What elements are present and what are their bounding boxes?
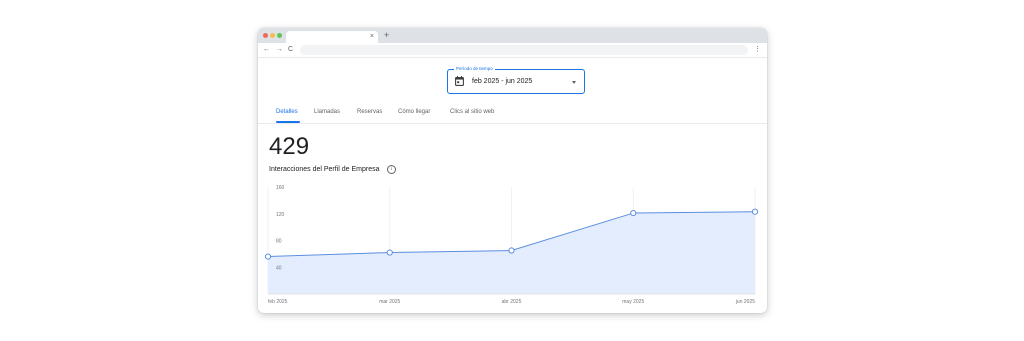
x-tick-label: feb 2025 (268, 299, 288, 305)
calendar-icon (455, 76, 464, 86)
more-menu-icon[interactable]: ⋮ (754, 43, 761, 57)
tab-close-icon[interactable]: × (370, 31, 374, 43)
x-tick-label: mar 2025 (379, 299, 400, 305)
back-arrow-icon[interactable]: ← (263, 43, 270, 57)
browser-toolbar: ← → C ⋮ (258, 43, 767, 58)
close-window-icon[interactable] (263, 33, 268, 38)
address-bar[interactable] (300, 45, 748, 55)
period-label: Período de tiempo (454, 66, 495, 72)
metric-value: 429 (269, 133, 310, 160)
title-bar: × + (258, 28, 767, 43)
forward-arrow-icon[interactable]: → (276, 43, 283, 57)
x-tick-label: jun 2025 (735, 299, 755, 305)
info-icon[interactable]: i (387, 165, 396, 174)
maximize-window-icon[interactable] (277, 33, 282, 38)
data-point (630, 209, 637, 217)
y-tick-label: 40 (276, 265, 282, 271)
tab-reservas[interactable]: Reservas (357, 108, 382, 116)
minimize-window-icon[interactable] (270, 33, 275, 38)
tab-llamadas[interactable]: Llamadas (314, 108, 340, 116)
data-point (751, 208, 759, 215)
period-value: feb 2025 - jun 2025 (472, 78, 533, 85)
y-tick-label: 160 (276, 185, 285, 191)
data-point (264, 253, 272, 260)
tab-clics-sitio-web[interactable]: Clics al sitio web (450, 108, 494, 116)
x-tick-label: may 2025 (622, 299, 644, 305)
y-tick-label: 120 (276, 212, 285, 218)
y-tick-label: 80 (276, 239, 282, 245)
browser-window: × + ← → C ⋮ Período de tiempo feb 2025 -… (258, 28, 767, 313)
dropdown-caret-icon (572, 81, 576, 84)
metric-label: Interacciones del Perfil de Empresa (269, 166, 380, 173)
new-tab-icon[interactable]: + (384, 29, 389, 42)
active-tab-indicator (276, 121, 300, 123)
period-selector[interactable]: Período de tiempo feb 2025 - jun 2025 (447, 66, 585, 94)
data-point (508, 247, 515, 254)
metric-tabs: Detalles Llamadas Reservas Cómo llegar C… (258, 106, 767, 124)
tab-como-llegar[interactable]: Cómo llegar (398, 108, 430, 116)
x-tick-label: abr 2025 (502, 299, 522, 305)
reload-icon[interactable]: C (288, 43, 293, 57)
interactions-chart: 160 120 80 40 feb 2025 mar 2025 abr 2025 may 20… (264, 185, 759, 305)
tab-detalles[interactable]: Detalles (276, 108, 298, 116)
browser-tab[interactable]: × (286, 31, 378, 43)
data-point (386, 249, 393, 256)
